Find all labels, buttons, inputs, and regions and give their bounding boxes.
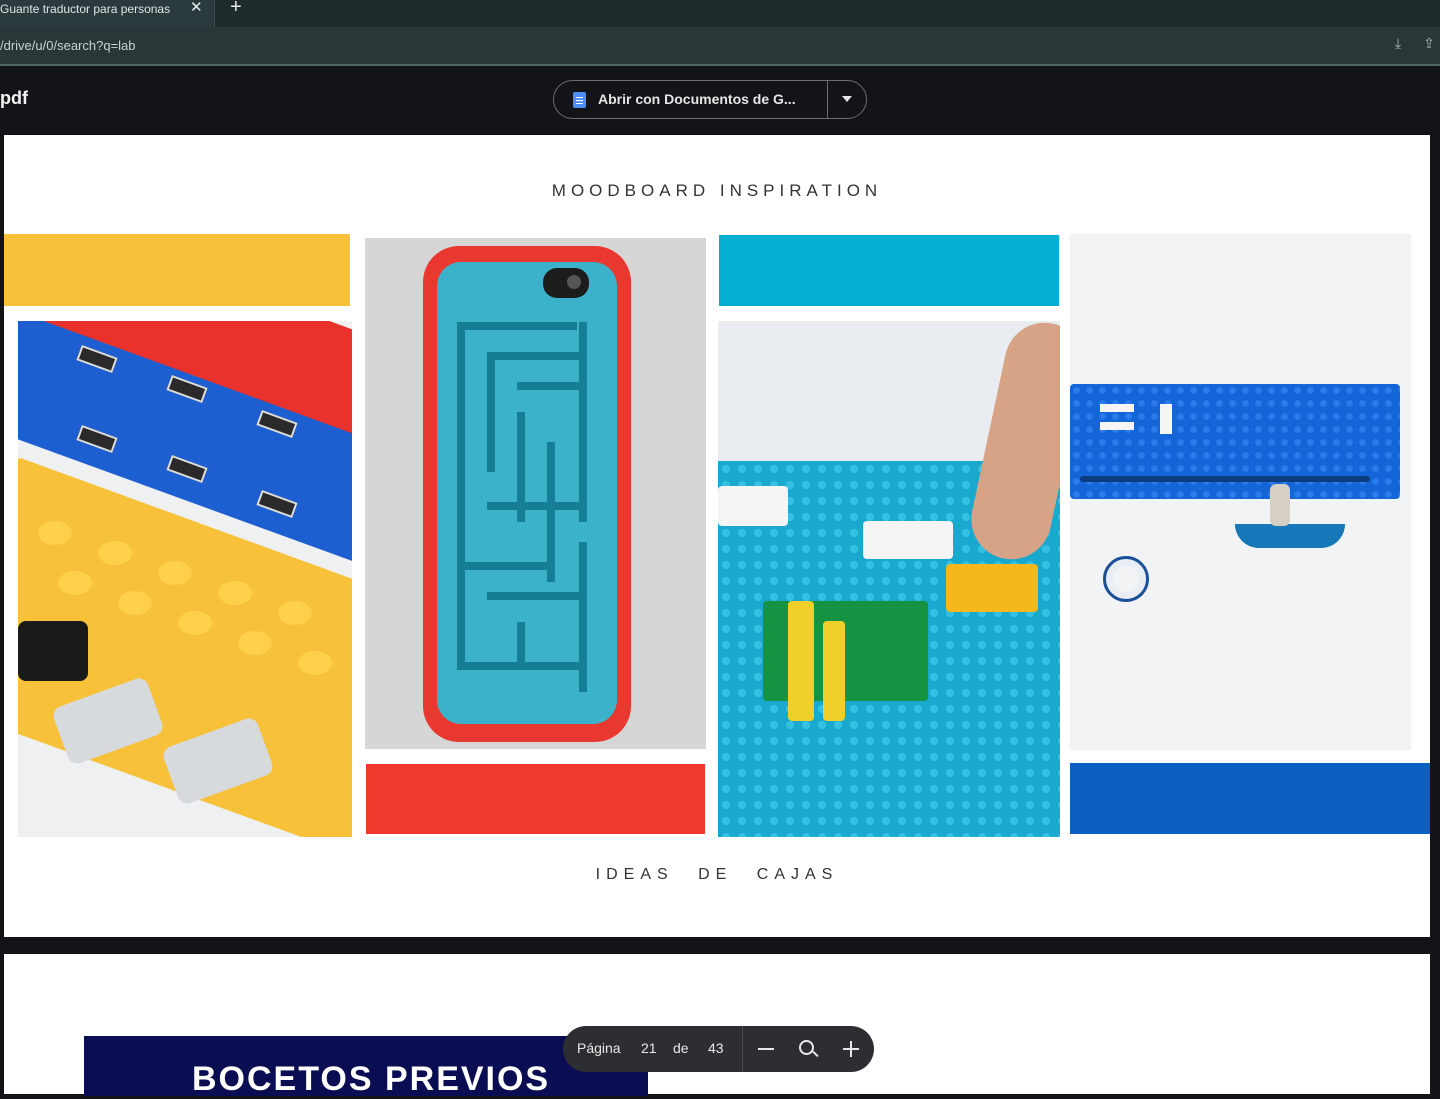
caret-down-icon[interactable] — [842, 96, 852, 102]
open-with-button[interactable]: Abrir con Documentos de G... — [553, 80, 867, 119]
lego-pencil-case-photo — [1070, 234, 1411, 750]
pdf-page: MOODBOARD INSPIRATION IDEAS DE CAJAS — [4, 135, 1430, 937]
tab-strip: Guante traductor para personas ✕ + — [0, 0, 1440, 27]
toolbar-divider — [742, 1026, 743, 1072]
lego-baseplate-photo — [718, 321, 1060, 837]
yellow-swatch — [4, 234, 350, 306]
new-tab-button[interactable]: + — [230, 0, 242, 19]
pdf-page-next: BOCETOS PREVIOS — [4, 954, 1430, 1098]
total-pages: 43 — [708, 1040, 724, 1056]
file-title: pdf — [0, 88, 28, 108]
address-bar[interactable]: /drive/u/0/search?q=lab ⤓ ⇪ — [0, 27, 1440, 66]
of-label: de — [673, 1040, 689, 1056]
page-footer: IDEAS DE CAJAS — [595, 866, 839, 883]
blue-swatch — [1070, 763, 1430, 834]
current-page-input[interactable]: 21 — [641, 1040, 657, 1056]
browser-tab[interactable]: Guante traductor para personas ✕ — [0, 0, 215, 27]
close-icon[interactable]: ✕ — [190, 0, 203, 16]
url-text[interactable]: /drive/u/0/search?q=lab — [0, 38, 136, 53]
page-label: Página — [577, 1040, 621, 1056]
share-icon[interactable]: ⇪ — [1420, 35, 1438, 53]
cyan-swatch — [719, 235, 1059, 306]
page-heading: MOODBOARD INSPIRATION — [551, 181, 883, 200]
pdf-page-toolbar: Página 21 de 43 — [563, 1026, 874, 1072]
divider — [827, 81, 828, 118]
open-with-label: Abrir con Documentos de G... — [598, 91, 796, 107]
lego-usb-hub-photo — [18, 321, 352, 837]
zoom-out-icon[interactable] — [758, 1048, 774, 1050]
tab-title: Guante traductor para personas — [0, 2, 171, 16]
maze-phone-case-photo — [365, 238, 706, 749]
red-swatch — [366, 764, 705, 834]
download-icon[interactable]: ⤓ — [1389, 35, 1407, 53]
docs-icon — [573, 92, 586, 108]
